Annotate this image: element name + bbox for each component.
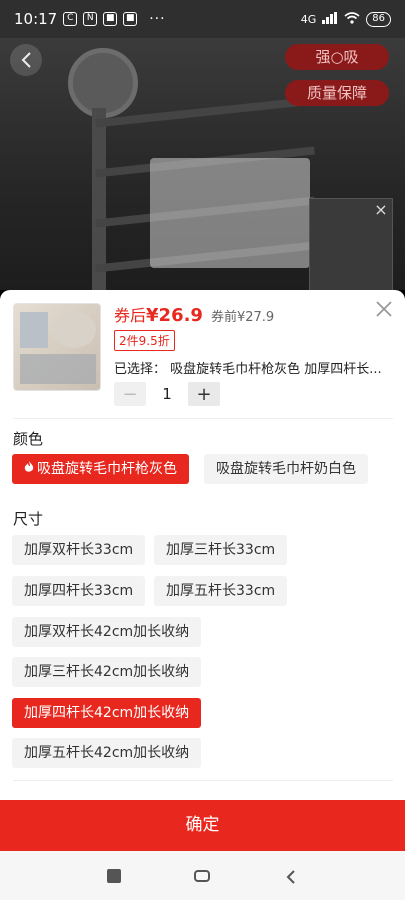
original-price: 券前¥27.9 bbox=[210, 310, 275, 325]
divider bbox=[13, 418, 393, 419]
size-option[interactable]: 加厚双杆长42cm加长收纳 bbox=[12, 617, 202, 647]
status-bar: 10:17 C N ■ ■ ··· 4G 86 bbox=[0, 0, 405, 38]
back-button[interactable] bbox=[10, 44, 42, 76]
status-icon-app1: ■ bbox=[103, 12, 118, 26]
thumb-part bbox=[20, 354, 96, 384]
confirm-button[interactable]: 确定 bbox=[0, 800, 405, 851]
wifi-icon bbox=[344, 11, 360, 27]
color-option-label: 吸盘旋转毛巾杆枪灰色 bbox=[37, 461, 177, 477]
size-option[interactable]: 加厚双杆长33cm bbox=[12, 535, 146, 565]
hero-towel bbox=[150, 158, 310, 268]
status-icon-c: C bbox=[63, 12, 78, 26]
promo-tag: 2件9.5折 bbox=[114, 330, 175, 351]
selected-variant-text: 已选择： 吸盘旋转毛巾杆枪灰色 加厚四杆长... bbox=[114, 362, 382, 377]
size-option[interactable]: 加厚三杆长33cm bbox=[154, 535, 288, 565]
battery-icon: 86 bbox=[366, 11, 391, 27]
product-thumbnail[interactable] bbox=[13, 303, 101, 391]
back-icon[interactable] bbox=[284, 869, 298, 884]
signal-icon bbox=[322, 11, 338, 27]
quantity-stepper: − 1 + bbox=[114, 382, 220, 406]
status-right: 4G 86 bbox=[300, 11, 391, 27]
quantity-plus-button[interactable]: + bbox=[188, 382, 220, 406]
quantity-value[interactable]: 1 bbox=[146, 385, 188, 403]
divider bbox=[13, 780, 393, 781]
fire-icon bbox=[24, 454, 34, 484]
color-option[interactable]: 吸盘旋转毛巾杆枪灰色 bbox=[12, 454, 189, 484]
coupon-price-label: 券后 bbox=[114, 306, 147, 325]
status-time: 10:17 bbox=[14, 10, 58, 28]
status-icon-app2: ■ bbox=[123, 12, 138, 26]
network-indicator: 4G bbox=[300, 12, 317, 26]
video-thumbnail[interactable]: × bbox=[309, 198, 393, 290]
thumb-part bbox=[20, 312, 48, 348]
product-hero-image: 强○吸 质量保障 × bbox=[0, 38, 405, 290]
hero-badge: 质量保障 bbox=[285, 80, 389, 106]
color-option[interactable]: 吸盘旋转毛巾杆奶白色 bbox=[204, 454, 368, 484]
home-icon[interactable] bbox=[194, 869, 211, 882]
close-icon bbox=[376, 301, 392, 317]
color-section-title: 颜色 bbox=[13, 430, 44, 448]
system-nav-bar bbox=[0, 851, 405, 900]
size-option[interactable]: 加厚五杆长42cm加长收纳 bbox=[12, 738, 202, 768]
close-icon[interactable]: × bbox=[372, 201, 390, 219]
size-option[interactable]: 加厚三杆长42cm加长收纳 bbox=[12, 657, 202, 687]
size-option[interactable]: 加厚四杆长33cm bbox=[12, 576, 146, 606]
chevron-left-icon bbox=[21, 52, 31, 68]
status-more-dots: ··· bbox=[149, 11, 166, 27]
recents-icon[interactable] bbox=[106, 868, 121, 883]
size-section-title: 尺寸 bbox=[13, 510, 44, 528]
thumb-part bbox=[52, 312, 96, 348]
status-icon-n: N bbox=[83, 12, 98, 26]
quantity-minus-button[interactable]: − bbox=[114, 382, 146, 406]
close-sheet-button[interactable] bbox=[373, 298, 395, 320]
hero-badge: 强○吸 bbox=[285, 44, 389, 70]
price-row: 券后 ¥26.9 券前¥27.9 bbox=[114, 302, 274, 326]
coupon-price: ¥26.9 bbox=[146, 305, 203, 326]
size-option[interactable]: 加厚四杆长42cm加长收纳 bbox=[12, 698, 202, 728]
size-option[interactable]: 加厚五杆长33cm bbox=[154, 576, 288, 606]
sku-selector-sheet: 券后 ¥26.9 券前¥27.9 2件9.5折 已选择： 吸盘旋转毛巾杆枪灰色 … bbox=[0, 290, 405, 851]
